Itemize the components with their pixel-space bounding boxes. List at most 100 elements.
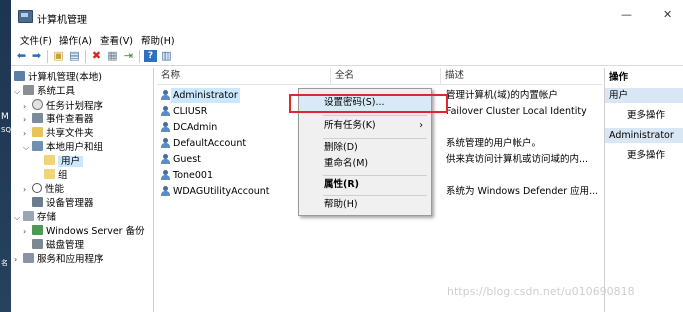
user-icon — [160, 106, 170, 117]
actions-section-administrator[interactable]: Administrator — [605, 128, 683, 143]
tree-item-local-users[interactable]: ⌵ 本地用户和组 — [23, 141, 103, 155]
user-icon — [160, 170, 170, 181]
tree-label: 计算机管理(本地) — [28, 72, 102, 83]
tree-label: 用户 — [58, 156, 84, 167]
user-description: Failover Cluster Local Identity — [446, 106, 587, 117]
help-icon[interactable]: ? — [144, 50, 157, 62]
chevron-down-icon[interactable]: ⌵ — [23, 141, 32, 155]
tree-item-root[interactable]: 计算机管理(本地) — [14, 71, 102, 85]
tree-label: 存储 — [37, 212, 57, 223]
menu-help[interactable]: 帮助(H) — [141, 33, 175, 47]
console-tree-icon[interactable]: ▤ — [68, 50, 81, 62]
close-button[interactable]: ✕ — [663, 8, 672, 21]
user-icon — [160, 122, 170, 133]
tree-item-users[interactable]: 用户 — [44, 155, 84, 169]
services-icon — [23, 253, 34, 263]
tree-item-windows-backup[interactable]: › Windows Server 备份 — [23, 225, 145, 239]
toolbar-separator — [47, 50, 48, 63]
column-header-description[interactable]: 描述 — [441, 68, 602, 84]
chevron-right-icon[interactable]: › — [23, 113, 32, 127]
menu-item-help[interactable]: 帮助(H) — [299, 197, 431, 213]
menu-separator — [323, 195, 427, 196]
user-name: Administrator — [171, 88, 240, 103]
user-name: Guest — [173, 154, 201, 165]
user-description: 管理计算机(域)的内置帐户 — [446, 90, 558, 101]
tree-item-shared-folders[interactable]: › 共享文件夹 — [23, 127, 94, 141]
chevron-right-icon[interactable]: › — [23, 127, 32, 141]
menu-item-delete[interactable]: 删除(D) — [299, 140, 431, 156]
tree-label: 任务计划程序 — [46, 101, 104, 112]
menu-separator — [323, 138, 427, 139]
tree-label: 系统工具 — [37, 86, 76, 97]
column-header-fullname[interactable]: 全名 — [331, 68, 441, 84]
menu-action[interactable]: 操作(A) — [59, 33, 92, 47]
menu-item-properties[interactable]: 属性(R) — [299, 177, 431, 193]
tree-item-task-scheduler[interactable]: › 任务计划程序 — [23, 99, 103, 113]
user-name: DCAdmin — [173, 122, 218, 133]
window-title: 计算机管理 — [37, 15, 87, 26]
export-icon[interactable]: ⇥ — [122, 50, 135, 62]
actions-pane: 操作 用户 更多操作 Administrator 更多操作 — [604, 68, 683, 312]
users-group-icon — [32, 141, 43, 151]
up-folder-icon[interactable]: ▣ — [52, 50, 65, 62]
chevron-down-icon[interactable]: ⌵ — [14, 211, 23, 225]
chevron-down-icon[interactable]: ⌵ — [14, 85, 23, 99]
clock-icon — [32, 99, 43, 110]
menu-item-rename[interactable]: 重命名(M) — [299, 156, 431, 172]
minimize-button[interactable]: — — [621, 8, 632, 21]
tree-label: 事件查看器 — [46, 114, 94, 125]
column-header-name[interactable]: 名称 — [157, 68, 331, 84]
tree-item-services-apps[interactable]: › 服务和应用程序 — [14, 253, 104, 267]
user-description: 供来宾访问计算机或访问域的内... — [446, 154, 589, 165]
menu-bar: 文件(F) 操作(A) 查看(V) 帮助(H) — [11, 31, 683, 47]
highlight-annotation — [289, 94, 448, 113]
desktop-text: SQ — [1, 126, 11, 134]
delete-icon[interactable]: ✖ — [90, 50, 103, 62]
tree-item-system-tools[interactable]: ⌵ 系统工具 — [14, 85, 75, 99]
folder-icon — [44, 169, 55, 179]
computer-management-icon — [18, 10, 33, 23]
tree-item-storage[interactable]: ⌵ 存储 — [14, 211, 56, 225]
user-description: 系统管理的用户帐户。 — [446, 138, 542, 149]
back-icon[interactable]: ⬅ — [15, 50, 28, 62]
tree-item-disk-management[interactable]: 磁盘管理 — [32, 239, 84, 253]
performance-icon — [32, 183, 42, 193]
menu-item-all-tasks[interactable]: 所有任务(K) › — [299, 118, 431, 134]
desktop-text: M — [1, 112, 9, 122]
menu-view[interactable]: 查看(V) — [100, 33, 133, 47]
computer-management-window: 计算机管理 — ✕ 文件(F) 操作(A) 查看(V) 帮助(H) ⬅ ➡ ▣ … — [11, 0, 683, 312]
tree-item-groups[interactable]: 组 — [44, 169, 68, 183]
more-actions-link[interactable]: 更多操作 — [627, 147, 665, 161]
chevron-right-icon: › — [419, 120, 423, 131]
chevron-right-icon[interactable]: › — [14, 253, 23, 267]
user-description: 系统为 Windows Defender 应用... — [446, 186, 599, 197]
toolbar-separator — [139, 50, 140, 63]
user-icon — [160, 90, 170, 101]
storage-icon — [23, 211, 34, 221]
header-divider — [157, 84, 602, 85]
chevron-right-icon[interactable]: › — [23, 183, 32, 197]
view-icon[interactable]: ▥ — [160, 50, 173, 62]
user-name: WDAGUtilityAccount — [173, 186, 270, 197]
user-name: Tone001 — [173, 170, 213, 181]
forward-icon[interactable]: ➡ — [30, 50, 43, 62]
title-bar: 计算机管理 — ✕ — [11, 0, 683, 30]
chevron-right-icon[interactable]: › — [23, 100, 32, 114]
user-name: DefaultAccount — [173, 138, 247, 149]
menu-file[interactable]: 文件(F) — [20, 33, 52, 47]
tree-label: 设备管理器 — [46, 198, 94, 209]
actions-section-users[interactable]: 用户 — [605, 88, 683, 103]
toolbar-separator — [85, 50, 86, 63]
shared-folder-icon — [32, 127, 43, 137]
properties-icon[interactable]: ▦ — [106, 50, 119, 62]
tree-label: 服务和应用程序 — [37, 254, 104, 265]
tree-item-device-manager[interactable]: 设备管理器 — [32, 197, 94, 211]
tree-item-performance[interactable]: › 性能 — [23, 183, 64, 197]
more-actions-link[interactable]: 更多操作 — [627, 107, 665, 121]
chevron-right-icon[interactable]: › — [23, 225, 32, 239]
watermark-text: https://blog.csdn.net/u010690818 — [447, 285, 635, 298]
tree-label: 共享文件夹 — [46, 128, 94, 139]
tree-label: Windows Server 备份 — [46, 226, 145, 237]
tree-item-event-viewer[interactable]: › 事件查看器 — [23, 113, 94, 127]
actions-title: 操作 — [609, 72, 629, 83]
